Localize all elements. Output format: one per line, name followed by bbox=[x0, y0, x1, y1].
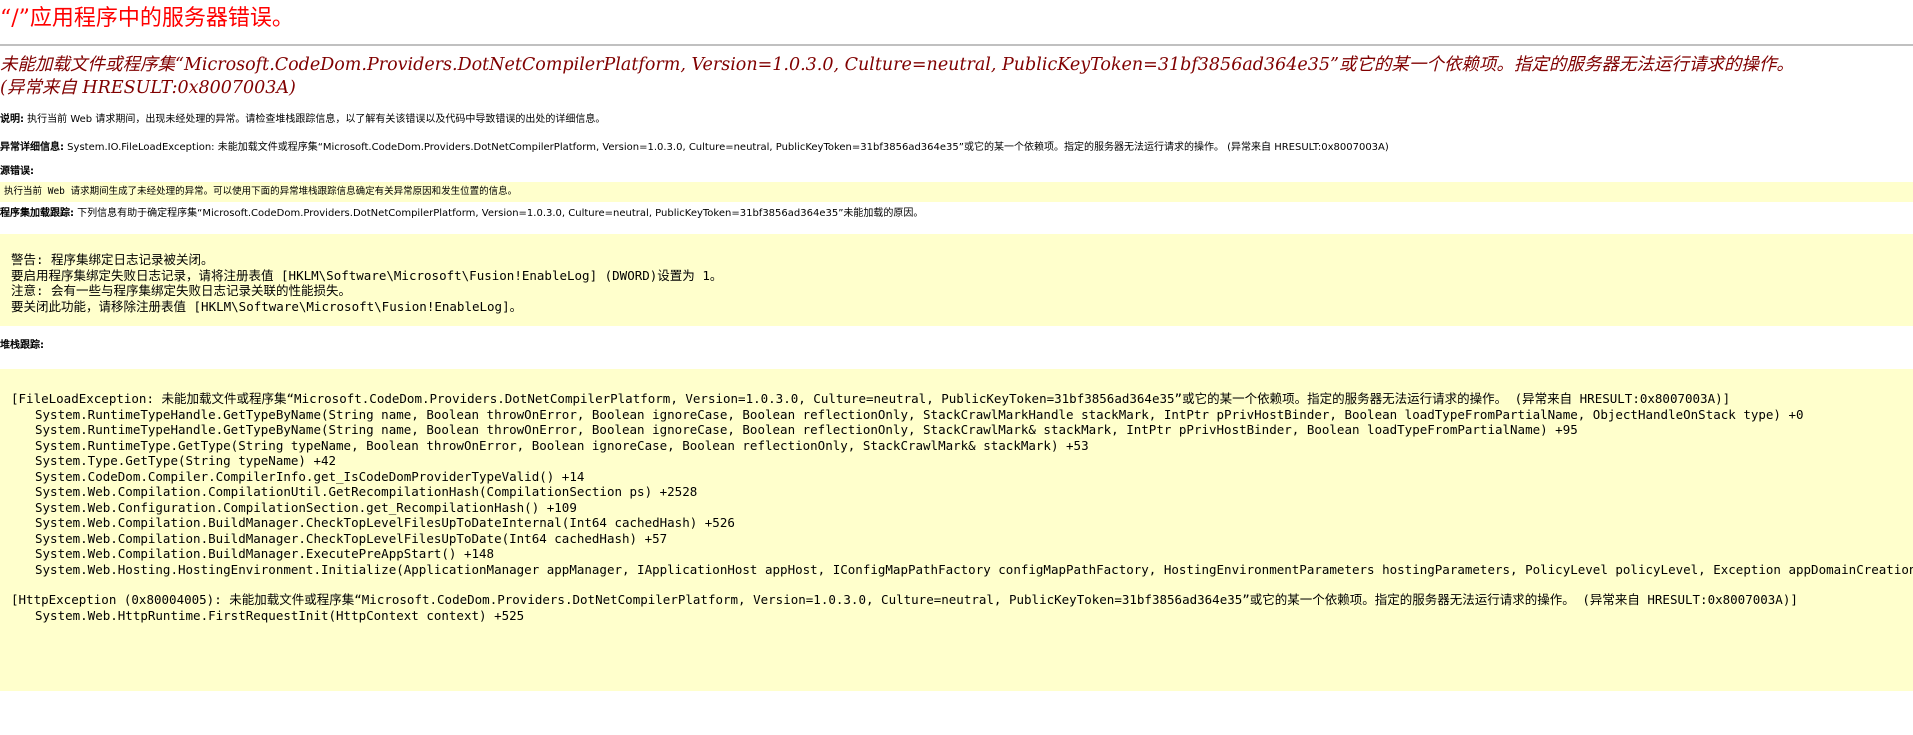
assembly-load-trace-text: 下列信息有助于确定程序集“Microsoft.CodeDom.Providers… bbox=[74, 208, 924, 219]
stack-frame: System.Web.Compilation.BuildManager.Exec… bbox=[35, 546, 495, 561]
description-row: 说明: 执行当前 Web 请求期间，出现未经处理的异常。请检查堆栈跟踪信息，以了… bbox=[0, 113, 1913, 127]
source-error-row: 源错误: bbox=[0, 165, 1913, 179]
exception-details-text: System.IO.FileLoadException: 未能加载文件或程序集“… bbox=[64, 142, 1389, 153]
source-error-box: 执行当前 Web 请求期间生成了未经处理的异常。可以使用下面的异常堆栈跟踪信息确… bbox=[0, 182, 1913, 202]
trace-line: 要关闭此功能，请移除注册表值 [HKLM\Software\Microsoft\… bbox=[11, 298, 523, 314]
description-label: 说明: bbox=[0, 114, 24, 125]
assembly-load-trace-label: 程序集加载跟踪: bbox=[0, 208, 74, 219]
error-heading-line2: (异常来自 HRESULT:0x8007003A) bbox=[0, 78, 296, 98]
stack-frame: System.RuntimeTypeHandle.GetTypeByName(S… bbox=[35, 422, 1578, 437]
stack-frame: System.RuntimeTypeHandle.GetTypeByName(S… bbox=[35, 406, 1804, 422]
exception-line: [HttpException (0x80004005): 未能加载文件或程序集“… bbox=[11, 592, 1798, 607]
stack-frame: System.Web.HttpRuntime.FirstRequestInit(… bbox=[35, 607, 525, 623]
stack-frame: System.Web.Configuration.CompilationSect… bbox=[35, 499, 577, 515]
stack-frame: System.Type.GetType(String typeName) +42 bbox=[35, 453, 337, 468]
trace-line: 要启用程序集绑定失败日志记录，请将注册表值 [HKLM\Software\Mic… bbox=[11, 267, 723, 283]
stack-trace-row: 堆栈跟踪: bbox=[0, 339, 1913, 353]
stack-frame: System.Web.Compilation.CompilationUtil.G… bbox=[35, 484, 698, 499]
stack-frame: System.CodeDom.Compiler.CompilerInfo.get… bbox=[35, 468, 585, 484]
source-error-label: 源错误: bbox=[0, 166, 34, 177]
stack-gap bbox=[11, 577, 1913, 592]
stack-frame: System.Web.Compilation.BuildManager.Chec… bbox=[35, 530, 668, 546]
page-title: “/”应用程序中的服务器错误。 bbox=[0, 6, 294, 31]
error-heading-line1: 未能加载文件或程序集“Microsoft.CodeDom.Providers.D… bbox=[0, 55, 1794, 75]
error-page: “/”应用程序中的服务器错误。 未能加载文件或程序集“Microsoft.Cod… bbox=[0, 0, 1913, 691]
exception-details-row: 异常详细信息: System.IO.FileLoadException: 未能加… bbox=[0, 141, 1913, 155]
assembly-load-trace-row: 程序集加载跟踪: 下列信息有助于确定程序集“Microsoft.CodeDom.… bbox=[0, 207, 1913, 221]
title-divider bbox=[0, 44, 1913, 46]
trace-line: 警告: 程序集绑定日志记录被关闭。 bbox=[11, 252, 214, 267]
exception-details-label: 异常详细信息: bbox=[0, 142, 64, 153]
stack-trace-box: [FileLoadException: 未能加载文件或程序集“Microsoft… bbox=[0, 369, 1913, 691]
stack-frame: System.RuntimeType.GetType(String typeNa… bbox=[35, 437, 1089, 453]
stack-trace-label: 堆栈跟踪: bbox=[0, 340, 44, 351]
description-text: 执行当前 Web 请求期间，出现未经处理的异常。请检查堆栈跟踪信息，以了解有关该… bbox=[24, 114, 606, 125]
stack-frame: System.Web.Hosting.HostingEnvironment.In… bbox=[35, 561, 1913, 577]
assembly-load-trace-box: 警告: 程序集绑定日志记录被关闭。 要启用程序集绑定失败日志记录，请将注册表值 [… bbox=[0, 234, 1913, 326]
stack-frame: System.Web.Compilation.BuildManager.Chec… bbox=[35, 515, 735, 530]
trace-line: 注意: 会有一些与程序集绑定失败日志记录关联的性能损失。 bbox=[11, 283, 352, 298]
exception-line: [FileLoadException: 未能加载文件或程序集“Microsoft… bbox=[11, 391, 1731, 406]
